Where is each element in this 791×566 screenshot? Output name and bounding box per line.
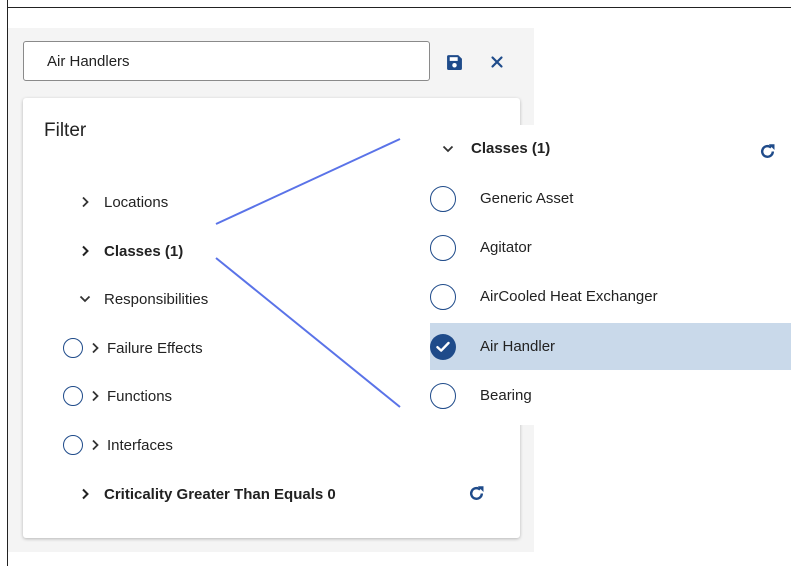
class-option-generic-asset[interactable]: Generic Asset [430,175,791,222]
filter-name-input[interactable] [23,41,430,81]
filter-item-label: Criticality Greater Than Equals 0 [104,485,336,503]
save-button[interactable] [443,51,465,73]
classes-popup-header[interactable]: Classes (1) [440,140,550,157]
filter-item-functions[interactable]: Functions [63,384,172,408]
class-option-agitator[interactable]: Agitator [430,224,791,271]
class-option-label: Agitator [480,239,532,256]
filter-item-locations[interactable]: Locations [76,190,168,214]
class-option-air-handler[interactable]: Air Handler [430,323,791,370]
class-option-label: Bearing [480,387,532,404]
classes-popup-title: Classes (1) [471,140,551,157]
filter-item-failure-effects[interactable]: Failure Effects [63,336,203,360]
filter-item-label: Functions [107,387,173,405]
class-option-label: Generic Asset [480,190,574,207]
radio-button[interactable] [63,435,83,455]
radio-button[interactable] [63,338,83,358]
chevron-right-icon [76,242,94,260]
close-icon [491,56,503,68]
refresh-icon[interactable] [758,142,776,160]
filter-item-label: Interfaces [107,436,173,454]
radio-button[interactable] [430,234,456,261]
filter-item-label: Responsibilities [104,290,209,308]
chevron-right-icon [89,387,101,405]
filter-title: Filter [44,120,87,141]
filter-item-label: Locations [104,193,169,211]
save-icon [446,54,462,70]
radio-button[interactable] [430,382,456,409]
chevron-right-icon [76,193,94,211]
filter-item-label: Classes (1) [104,242,184,260]
close-button[interactable] [486,51,508,73]
filter-item-interfaces[interactable]: Interfaces [63,433,173,457]
refresh-icon[interactable] [467,484,485,502]
chevron-down-icon [440,141,456,157]
chevron-right-icon [89,436,101,454]
filter-item-criticality[interactable]: Criticality Greater Than Equals 0 [76,482,336,506]
filter-item-responsibilities[interactable]: Responsibilities [76,287,208,311]
chevron-right-icon [76,485,94,503]
chevron-right-icon [89,339,101,357]
class-option-label: AirCooled Heat Exchanger [480,288,658,305]
radio-button[interactable] [63,386,83,406]
filter-item-label: Failure Effects [107,339,203,357]
radio-button[interactable] [430,185,456,212]
frame-border-top [7,7,791,8]
chevron-down-icon [76,290,94,308]
class-option-aircooled-heat-exchanger[interactable]: AirCooled Heat Exchanger [430,273,791,320]
class-option-bearing[interactable]: Bearing [430,372,791,419]
check-circle-icon[interactable] [430,333,456,360]
class-option-label: Air Handler [480,338,556,355]
filter-item-classes[interactable]: Classes (1) [76,239,183,263]
radio-button[interactable] [430,283,456,310]
